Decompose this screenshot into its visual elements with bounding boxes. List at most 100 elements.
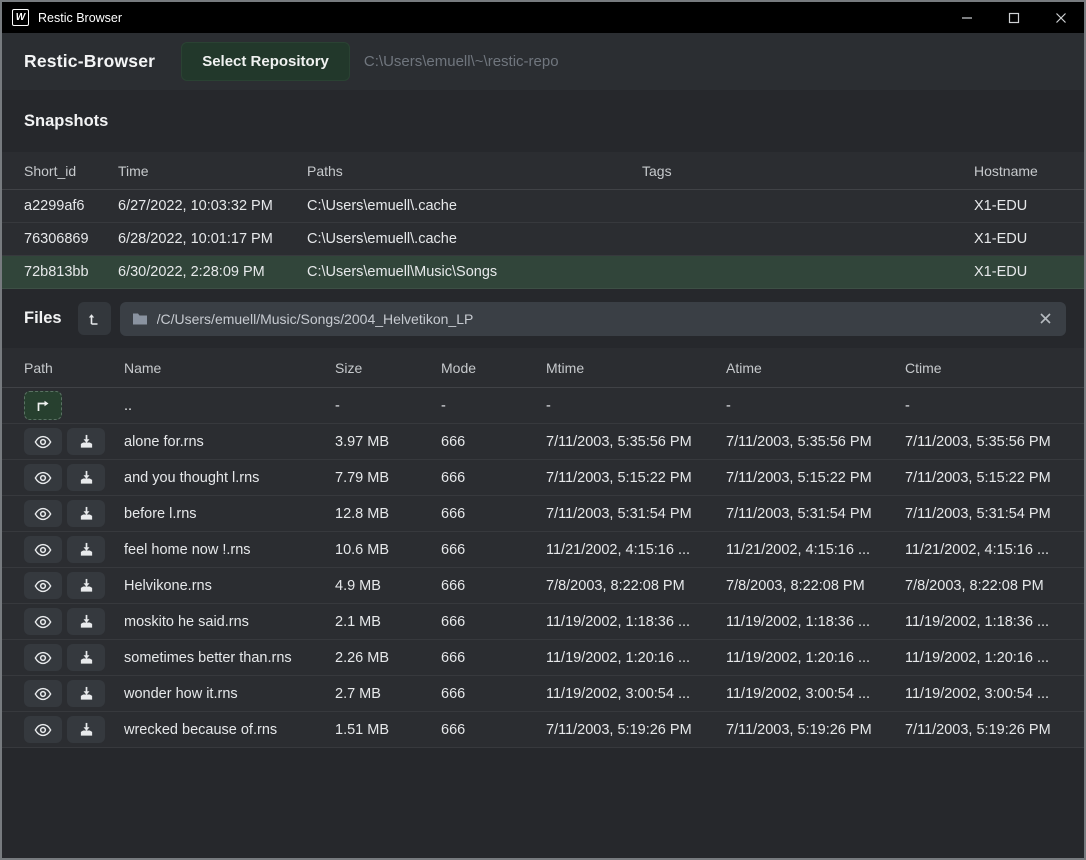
preview-file-button[interactable] — [24, 680, 62, 707]
column-header-size[interactable]: Size — [335, 360, 441, 376]
download-file-button[interactable] — [67, 536, 105, 563]
file-name: feel home now !.rns — [124, 542, 335, 558]
file-mode: 666 — [441, 506, 546, 522]
column-header-short-id[interactable]: Short_id — [24, 163, 118, 179]
column-header-atime[interactable]: Atime — [726, 360, 905, 376]
preview-file-button[interactable] — [24, 464, 62, 491]
snapshot-row[interactable]: a2299af66/27/2022, 10:03:32 PMC:\Users\e… — [2, 190, 1084, 223]
column-header-mtime[interactable]: Mtime — [546, 360, 726, 376]
column-header-mode[interactable]: Mode — [441, 360, 546, 376]
eye-icon — [34, 471, 52, 485]
snapshots-heading: Snapshots — [24, 112, 108, 131]
snapshot-hostname: X1-EDU — [974, 198, 1062, 214]
column-header-tags[interactable]: Tags — [642, 163, 974, 179]
preview-file-button[interactable] — [24, 500, 62, 527]
snapshot-row[interactable]: 763068696/28/2022, 10:01:17 PMC:\Users\e… — [2, 223, 1084, 256]
snapshot-hostname: X1-EDU — [974, 231, 1062, 247]
file-size: 7.79 MB — [335, 470, 441, 486]
file-name: .. — [124, 398, 335, 414]
download-file-button[interactable] — [67, 680, 105, 707]
file-ctime: 11/19/2002, 1:18:36 ... — [905, 614, 1062, 630]
files-table-body: ..-----alone for.rns3.97 MB6667/11/2003,… — [2, 388, 1084, 748]
file-name: before l.rns — [124, 506, 335, 522]
column-header-name[interactable]: Name — [124, 360, 335, 376]
column-header-hostname[interactable]: Hostname — [974, 163, 1062, 179]
current-path-text: /C/Users/emuell/Music/Songs/2004_Helveti… — [157, 311, 1037, 327]
file-size: 2.1 MB — [335, 614, 441, 630]
download-icon — [79, 470, 94, 485]
file-row: alone for.rns3.97 MB6667/11/2003, 5:35:5… — [2, 424, 1084, 460]
maximize-icon — [1008, 12, 1020, 24]
row-actions — [24, 428, 124, 455]
file-mtime: 7/11/2003, 5:15:22 PM — [546, 470, 726, 486]
row-actions — [24, 680, 124, 707]
column-header-paths[interactable]: Paths — [307, 163, 642, 179]
download-icon — [79, 614, 94, 629]
titlebar: W Restic Browser — [2, 2, 1084, 33]
snapshot-paths: C:\Users\emuell\Music\Songs — [307, 264, 642, 280]
file-size: - — [335, 398, 441, 414]
snapshots-table-body: a2299af66/27/2022, 10:03:32 PMC:\Users\e… — [2, 190, 1084, 289]
preview-file-button[interactable] — [24, 536, 62, 563]
close-icon — [1039, 312, 1052, 325]
clear-path-button[interactable] — [1037, 310, 1054, 327]
preview-file-button[interactable] — [24, 608, 62, 635]
current-path-bar[interactable]: /C/Users/emuell/Music/Songs/2004_Helveti… — [120, 302, 1066, 336]
file-ctime: - — [905, 398, 1062, 414]
file-row: wrecked because of.rns1.51 MB6667/11/200… — [2, 712, 1084, 748]
download-file-button[interactable] — [67, 464, 105, 491]
download-file-button[interactable] — [67, 608, 105, 635]
preview-file-button[interactable] — [24, 644, 62, 671]
file-atime: 7/11/2003, 5:19:26 PM — [726, 722, 905, 738]
preview-file-button[interactable] — [24, 428, 62, 455]
snapshot-paths: C:\Users\emuell\.cache — [307, 198, 642, 214]
maximize-button[interactable] — [990, 2, 1037, 33]
file-mode: 666 — [441, 650, 546, 666]
column-header-path[interactable]: Path — [24, 360, 124, 376]
file-mode: 666 — [441, 578, 546, 594]
file-mode: - — [441, 398, 546, 414]
download-file-button[interactable] — [67, 644, 105, 671]
snapshot-short-id: 76306869 — [24, 231, 118, 247]
file-ctime: 11/21/2002, 4:15:16 ... — [905, 542, 1062, 558]
file-row: moskito he said.rns2.1 MB66611/19/2002, … — [2, 604, 1084, 640]
snapshot-hostname: X1-EDU — [974, 264, 1062, 280]
row-actions — [24, 536, 124, 563]
column-header-time[interactable]: Time — [118, 163, 307, 179]
close-button[interactable] — [1037, 2, 1084, 33]
eye-icon — [34, 579, 52, 593]
download-file-button[interactable] — [67, 716, 105, 743]
eye-icon — [34, 651, 52, 665]
preview-file-button[interactable] — [24, 716, 62, 743]
row-actions — [24, 391, 124, 420]
eye-icon — [34, 435, 52, 449]
download-file-button[interactable] — [67, 428, 105, 455]
go-to-root-button[interactable] — [78, 302, 111, 335]
eye-icon — [34, 507, 52, 521]
repository-path: C:\Users\emuell\~\restic-repo — [364, 53, 559, 70]
eye-icon — [34, 615, 52, 629]
download-icon — [79, 650, 94, 665]
download-file-button[interactable] — [67, 500, 105, 527]
go-to-parent-button[interactable] — [24, 391, 62, 420]
snapshot-time: 6/28/2022, 10:01:17 PM — [118, 231, 307, 247]
eye-icon — [34, 543, 52, 557]
file-row: sometimes better than.rns2.26 MB66611/19… — [2, 640, 1084, 676]
select-repository-button[interactable]: Select Repository — [181, 42, 350, 81]
preview-file-button[interactable] — [24, 572, 62, 599]
column-header-ctime[interactable]: Ctime — [905, 360, 1062, 376]
file-name: sometimes better than.rns — [124, 650, 335, 666]
file-mtime: 11/19/2002, 3:00:54 ... — [546, 686, 726, 702]
download-icon — [79, 722, 94, 737]
file-size: 10.6 MB — [335, 542, 441, 558]
snapshot-row[interactable]: 72b813bb6/30/2022, 2:28:09 PMC:\Users\em… — [2, 256, 1084, 289]
row-actions — [24, 644, 124, 671]
minimize-button[interactable] — [943, 2, 990, 33]
file-ctime: 7/8/2003, 8:22:08 PM — [905, 578, 1062, 594]
file-row: wonder how it.rns2.7 MB66611/19/2002, 3:… — [2, 676, 1084, 712]
file-name: wonder how it.rns — [124, 686, 335, 702]
download-file-button[interactable] — [67, 572, 105, 599]
level-up-icon — [86, 311, 102, 327]
file-row: feel home now !.rns10.6 MB66611/21/2002,… — [2, 532, 1084, 568]
folder-icon — [132, 312, 148, 326]
